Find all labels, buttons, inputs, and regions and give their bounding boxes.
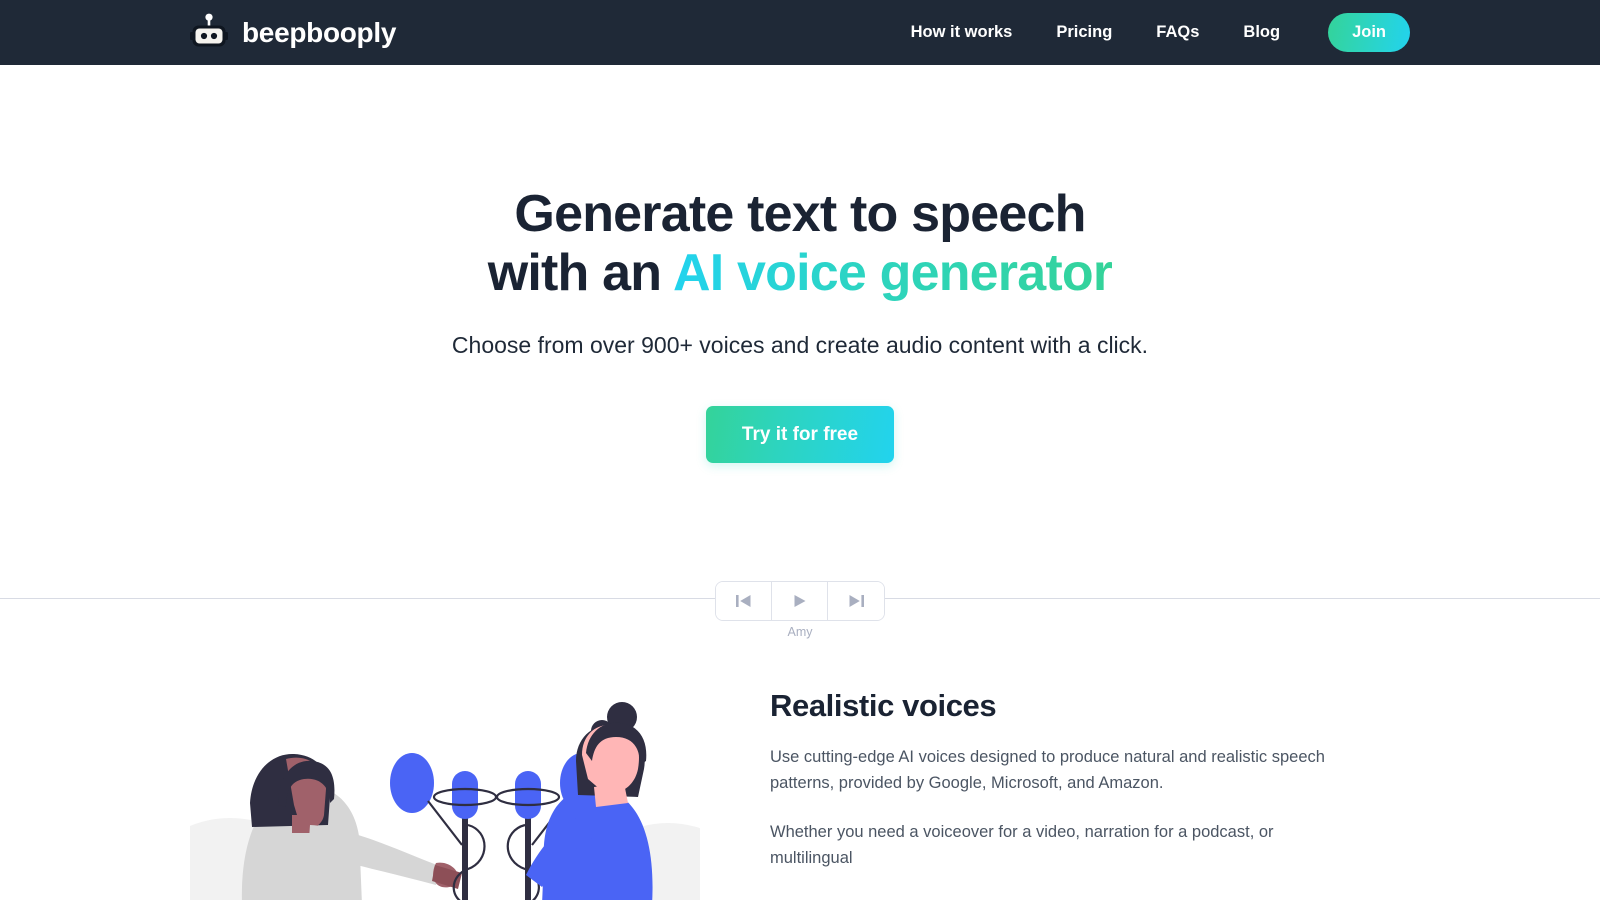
robot-head-icon xyxy=(190,13,228,53)
nav-item-faqs[interactable]: FAQs xyxy=(1134,23,1221,42)
hero-section: Generate text to speech with an AI voice… xyxy=(0,65,1600,463)
try-it-for-free-button[interactable]: Try it for free xyxy=(705,405,895,463)
nav-item-how-it-works[interactable]: How it works xyxy=(889,23,1035,42)
feature-paragraph-2: Whether you need a voiceover for a video… xyxy=(770,822,1274,867)
brand-logo-link[interactable]: beepbooply xyxy=(190,13,396,53)
skip-previous-button[interactable] xyxy=(716,581,772,620)
hero-title-line1: Generate text to speech xyxy=(514,185,1086,243)
podcast-recording-illustration xyxy=(190,675,700,900)
feature-title: Realistic voices xyxy=(770,687,997,723)
voice-name-label: Amy xyxy=(787,624,813,639)
play-button[interactable] xyxy=(772,581,828,620)
join-button[interactable]: Join xyxy=(1328,13,1410,52)
feature-paragraph-1: Use cutting-edge AI voices designed to p… xyxy=(770,747,1325,793)
main-nav: How it works Pricing FAQs Blog Join xyxy=(889,13,1410,52)
site-header: beepbooply How it works Pricing FAQs Blo… xyxy=(0,0,1600,65)
brand-name: beepbooply xyxy=(242,16,397,48)
play-icon xyxy=(791,593,808,609)
realistic-voices-section: Realistic voices Use cutting-edge AI voi… xyxy=(0,675,1600,900)
skip-next-icon xyxy=(848,593,865,609)
skip-previous-icon xyxy=(735,593,752,609)
hero-subtitle: Choose from over 900+ voices and create … xyxy=(451,331,1149,358)
hero-title-accent: AI voice generator xyxy=(672,244,1113,303)
feature-copy: Realistic voices Use cutting-edge AI voi… xyxy=(770,675,1330,872)
audio-player-strip: Amy xyxy=(0,580,1600,655)
page-title: Generate text to speech with an AI voice… xyxy=(0,185,1600,304)
nav-item-blog[interactable]: Blog xyxy=(1221,23,1302,42)
nav-item-pricing[interactable]: Pricing xyxy=(1034,23,1134,42)
audio-player-controls xyxy=(715,580,885,621)
hero-title-line2-plain: with an xyxy=(487,244,673,303)
skip-next-button[interactable] xyxy=(828,581,884,620)
